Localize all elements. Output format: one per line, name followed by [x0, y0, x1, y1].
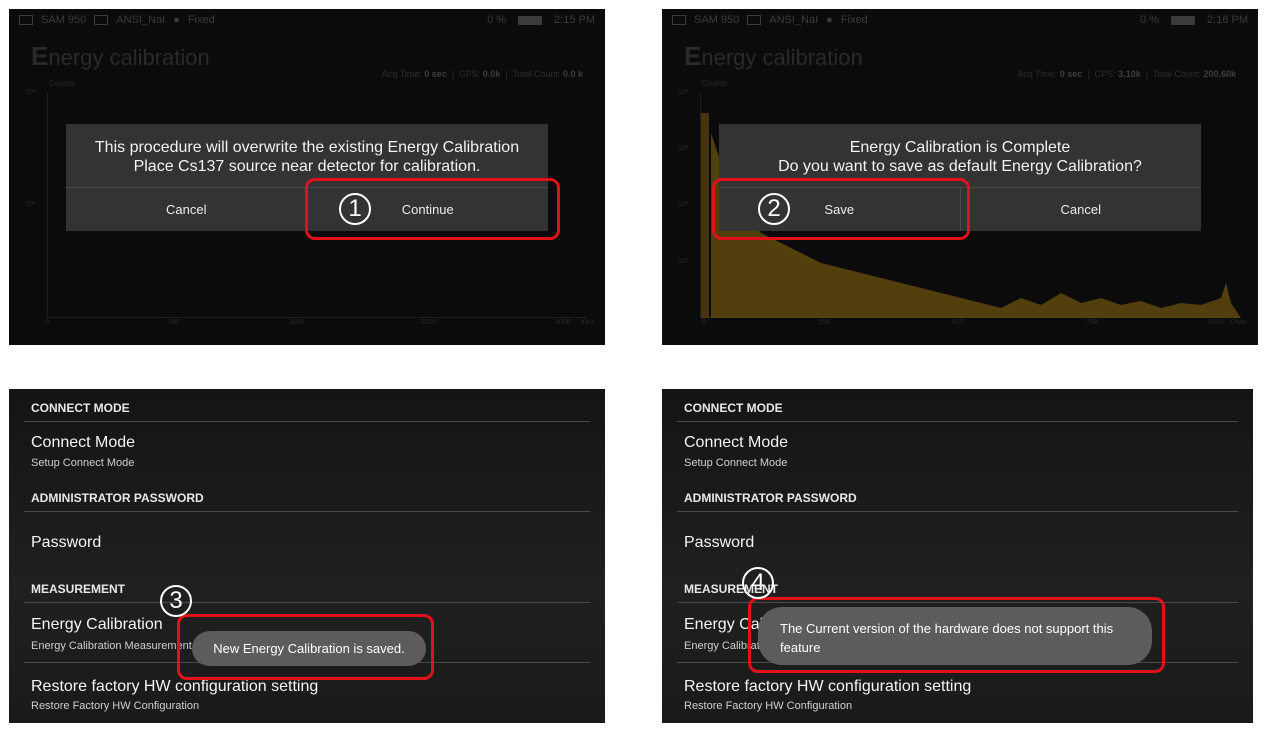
step-marker-2: 2 [758, 193, 790, 225]
acq-time-label: Acq Time: [1017, 69, 1058, 79]
bell-icon: ● [173, 14, 180, 26]
y-tick: 10¹ [678, 201, 689, 208]
dialog-message: Energy Calibration is Complete Do you wa… [719, 124, 1201, 176]
pref-title-password[interactable]: Password [684, 534, 754, 552]
divider [24, 602, 590, 603]
x-tick: 0 [45, 319, 49, 326]
acq-time-value: 0 sec [424, 69, 447, 79]
total-count-label: Total Count: [512, 69, 561, 79]
calibration-screen-before: SAM 950 ANSI_NaI ● Fixed 0 % 2:15 PM Ene… [9, 9, 605, 345]
x-unit: KeV [581, 319, 595, 326]
pref-summary-restore-factory: Restore Factory HW Configuration [684, 700, 853, 712]
y-axis-label: Counts [49, 79, 75, 88]
y-tick: 10² [678, 145, 689, 152]
pref-title-restore-factory[interactable]: Restore factory HW configuration setting [684, 678, 971, 696]
highlight-box [748, 597, 1165, 673]
dialog-message: This procedure will overwrite the existi… [66, 124, 548, 176]
pref-summary-connect-mode: Setup Connect Mode [684, 457, 788, 469]
section-header-measurement: MEASUREMENT [31, 582, 126, 596]
pref-summary-restore-factory: Restore Factory HW Configuration [31, 700, 200, 712]
x-tick: 512 [952, 319, 964, 326]
x-tick: 1000 [289, 319, 305, 326]
acq-time-value: 0 sec [1059, 69, 1083, 79]
mode-label: Fixed [840, 14, 868, 26]
device-icon [19, 15, 33, 25]
total-count-value: 200.60k [1203, 69, 1236, 79]
detector-icon [747, 15, 762, 25]
device-icon [672, 15, 686, 25]
x-tick: 768 [1086, 319, 1098, 326]
x-tick: 3000 [555, 319, 571, 326]
device-name: SAM 950 [694, 14, 740, 26]
detector-name: ANSI_NaI [116, 14, 166, 26]
total-count-label: Total Count: [1152, 69, 1201, 79]
detector-icon [94, 15, 109, 25]
section-header-connect: CONNECT MODE [684, 401, 783, 415]
pref-summary-connect-mode: Setup Connect Mode [31, 457, 135, 469]
page-title: Energy calibration [31, 41, 210, 71]
page-title: Energy calibration [684, 41, 863, 71]
section-header-admin: ADMINISTRATOR PASSWORD [684, 491, 857, 505]
x-tick: 2000 [421, 319, 437, 326]
mode-label: Fixed [187, 14, 215, 26]
acquisition-stats: Acq Time: 0 sec | CPS: 3.10k | Total Cou… [1017, 69, 1236, 79]
acq-time-label: Acq Time: [381, 69, 422, 79]
pref-title-password[interactable]: Password [31, 534, 101, 552]
pref-title-restore-factory[interactable]: Restore factory HW configuration setting [31, 678, 318, 696]
battery-percent: 0 % [1140, 14, 1160, 26]
cps-label: CPS: [1094, 69, 1116, 79]
highlight-box [712, 178, 970, 240]
y-tick: 10² [25, 89, 36, 96]
x-tick: 768 [167, 319, 179, 326]
bell-icon: ● [826, 14, 833, 26]
settings-screen-saved: CONNECT MODE Connect Mode Setup Connect … [9, 389, 605, 723]
cps-label: CPS: [459, 69, 481, 79]
acquisition-stats: Acq Time: 0 sec | CPS: 0.0k | Total Coun… [381, 69, 583, 79]
step-marker-3: 3 [160, 585, 192, 617]
divider [24, 421, 590, 422]
total-count-value: 0.0 k [562, 69, 583, 79]
step-marker-4: 4 [742, 567, 774, 599]
dialog-message-line2: Do you want to save as default Energy Ca… [778, 158, 1142, 175]
y-tick: 10⁰ [678, 258, 689, 265]
y-tick: 10¹ [25, 201, 36, 208]
clock: 2:15 PM [554, 14, 595, 26]
clock: 2:16 PM [1207, 14, 1248, 26]
x-unit: Chan [1230, 319, 1247, 326]
x-tick: 1024 [1208, 319, 1224, 326]
pref-summary-energy-calibration: Energy Calibration Measurement [31, 640, 192, 652]
device-name: SAM 950 [41, 14, 87, 26]
dialog-message-line2: Place Cs137 source near detector for cal… [133, 158, 481, 175]
pref-title-connect-mode[interactable]: Connect Mode [684, 434, 788, 452]
x-tick: 0 [702, 319, 706, 326]
section-header-connect: CONNECT MODE [31, 401, 130, 415]
y-axis-label: Counts [702, 79, 728, 88]
x-tick: 256 [818, 319, 830, 326]
settings-screen-unsupported: CONNECT MODE Connect Mode Setup Connect … [662, 389, 1253, 723]
pref-title-connect-mode[interactable]: Connect Mode [31, 434, 135, 452]
divider [24, 511, 590, 512]
battery-icon [518, 15, 543, 25]
y-tick: 10³ [678, 89, 689, 96]
section-header-admin: ADMINISTRATOR PASSWORD [31, 491, 204, 505]
cps-value: 3.10k [1118, 69, 1141, 79]
divider [677, 511, 1238, 512]
battery-percent: 0 % [487, 14, 507, 26]
dialog-message-line1: This procedure will overwrite the existi… [94, 139, 520, 156]
cancel-button[interactable]: Cancel [66, 188, 307, 231]
status-bar: SAM 950 ANSI_NaI ● Fixed 0 % 2:16 PM [662, 9, 1258, 31]
step-marker-1: 1 [339, 193, 371, 225]
cps-value: 0.0k [482, 69, 501, 79]
calibration-screen-after: SAM 950 ANSI_NaI ● Fixed 0 % 2:16 PM Ene… [662, 9, 1258, 345]
cancel-button[interactable]: Cancel [959, 188, 1202, 231]
dialog-message-line1: Energy Calibration is Complete [849, 139, 1071, 156]
divider [677, 421, 1238, 422]
detector-name: ANSI_NaI [769, 14, 819, 26]
pref-title-energy-calibration[interactable]: Energy Calibration [31, 616, 163, 634]
highlight-box [177, 614, 434, 680]
battery-icon [1171, 15, 1196, 25]
status-bar: SAM 950 ANSI_NaI ● Fixed 0 % 2:15 PM [9, 9, 605, 31]
